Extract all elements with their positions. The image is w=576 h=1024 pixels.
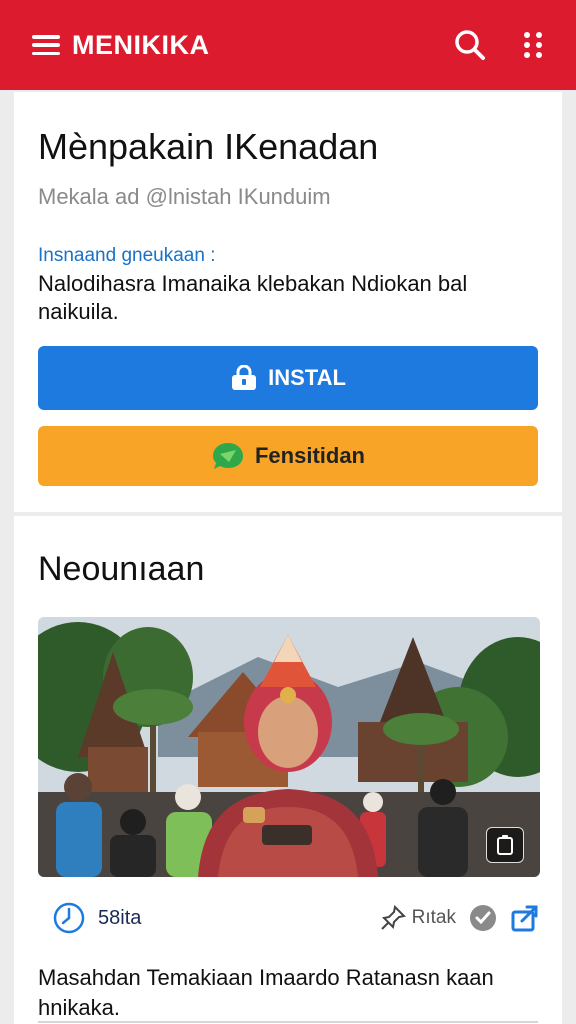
top-app-bar: MENIKIKA — [0, 0, 576, 90]
chat-bubble-icon — [212, 443, 243, 469]
clock-icon — [53, 902, 85, 934]
share-icon[interactable] — [510, 903, 540, 933]
section-title: Neounıaan — [38, 550, 205, 588]
pin-icon[interactable] — [380, 905, 406, 931]
news-time: 58ita — [98, 906, 142, 929]
info-description: Nalodihasra Imanaika klebakan Ndiokan ba… — [38, 271, 468, 324]
more-dots-icon[interactable] — [524, 30, 544, 60]
news-actions: Rıtak — [380, 903, 540, 933]
lock-icon — [232, 365, 257, 390]
info-label: Insnaand gneukaan : — [38, 245, 216, 266]
phone-frame-icon[interactable] — [486, 827, 524, 863]
hamburger-menu-icon[interactable] — [32, 35, 60, 55]
app-name-heading: Mènpakain IKenadan — [38, 126, 379, 167]
app-info-card: Mènpakain IKenadan Mekala ad @lnistah IK… — [14, 92, 562, 512]
news-meta-row: 58ita Rıtak — [38, 898, 540, 938]
divider — [38, 1021, 538, 1023]
install-button-label: INSTAL — [268, 365, 346, 390]
install-button[interactable]: INSTAL — [38, 346, 538, 410]
app-title: MENIKIKA — [72, 29, 210, 60]
news-caption[interactable]: Masahdan Temakiaan Imaardo Ratanasn kaan… — [38, 963, 538, 1023]
news-photo-illustration — [38, 617, 540, 877]
share-button-label: Fensitidan — [254, 443, 365, 468]
share-button[interactable]: Fensitidan — [38, 426, 538, 486]
pin-label[interactable]: Rıtak — [412, 907, 456, 929]
news-photo[interactable] — [38, 617, 540, 877]
search-icon[interactable] — [452, 27, 488, 63]
check-circle-icon[interactable] — [468, 903, 498, 933]
phone-frame-glyph — [497, 835, 513, 855]
app-subtitle: Mekala ad @lnistah IKunduim — [38, 184, 331, 209]
top-actions — [452, 27, 544, 63]
news-card: Neounıaan 58ita Rıtak Masahdan Temakiaan… — [14, 516, 562, 1024]
